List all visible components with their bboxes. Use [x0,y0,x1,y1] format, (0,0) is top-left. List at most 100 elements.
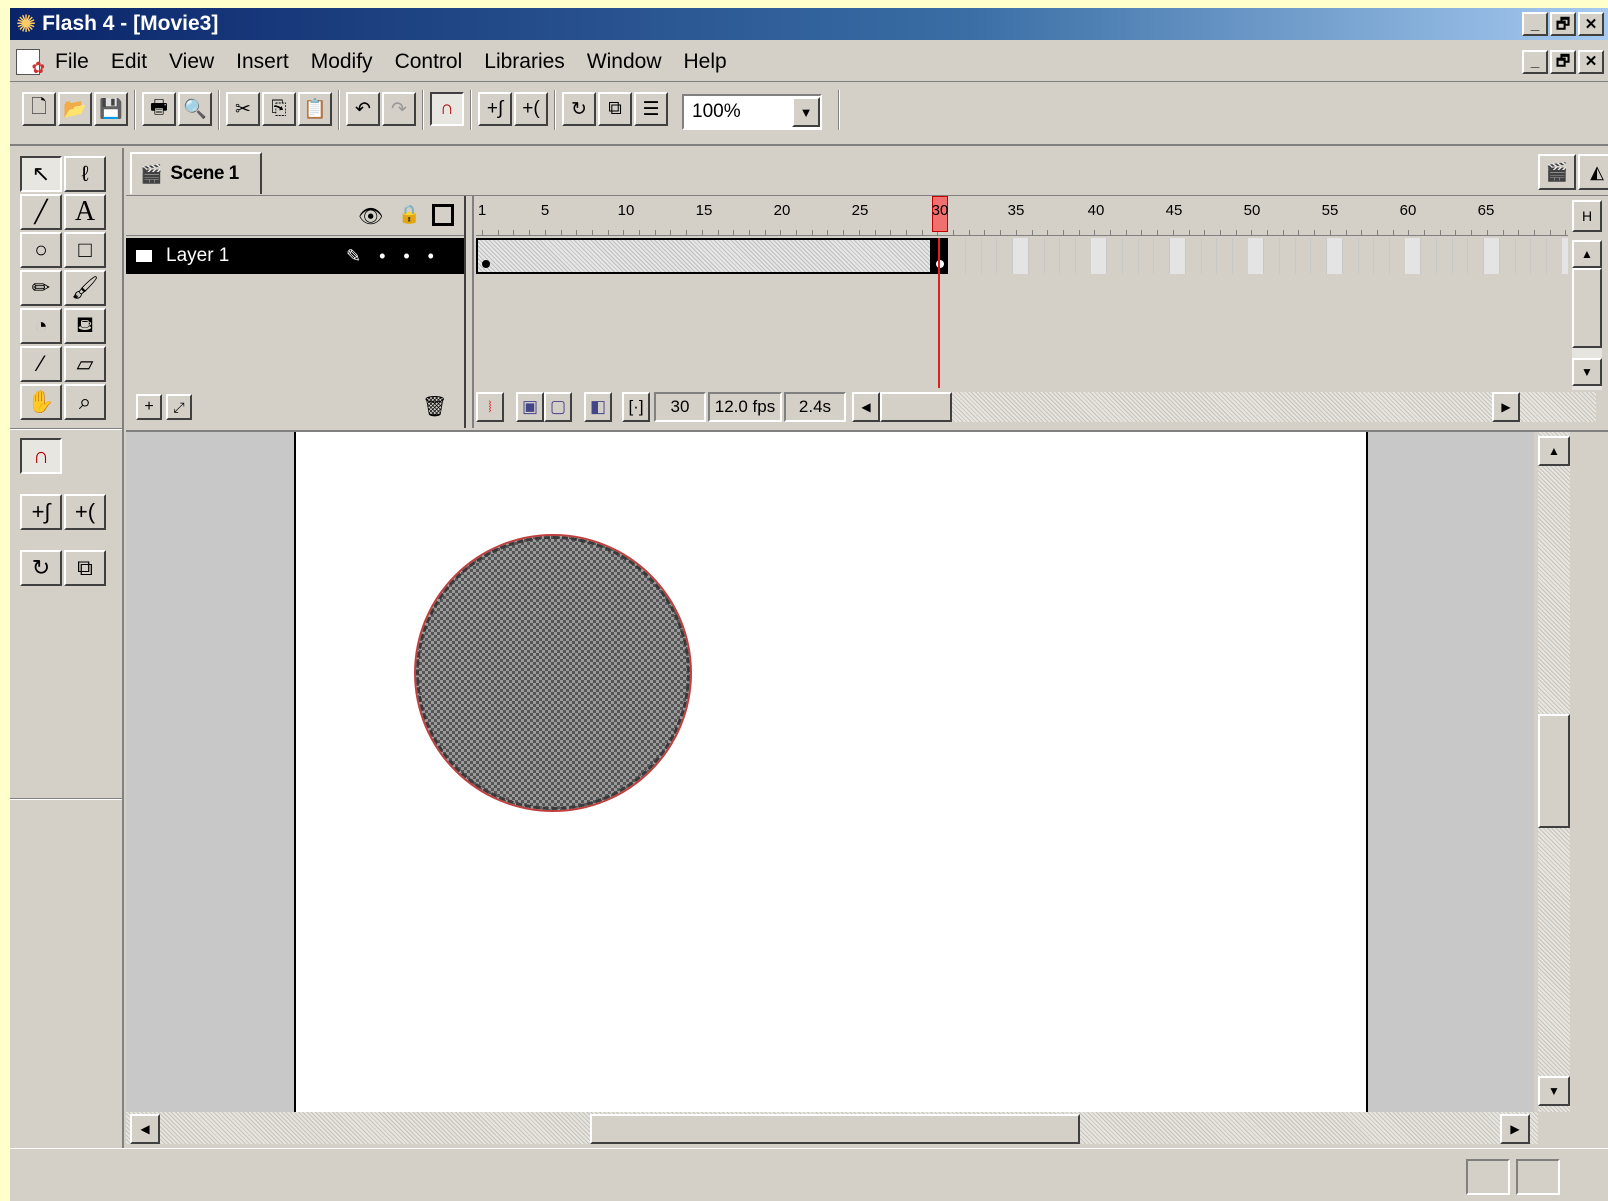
print-icon[interactable]: 🖶 [142,92,176,126]
selected-circle-shape[interactable] [416,536,690,810]
snap-modifier-icon[interactable]: ∩ [20,438,62,474]
empty-frame-cell[interactable] [1123,238,1139,274]
ink-bottle-tool-icon[interactable]: ◔ [20,308,62,344]
scroll-right-icon[interactable]: ▶ [1492,392,1520,422]
empty-frame-cell[interactable] [1029,238,1045,274]
add-guide-layer-icon[interactable]: ⤢ [166,394,192,420]
add-layer-icon[interactable]: + [136,394,162,420]
empty-frame-cell[interactable] [1091,238,1108,274]
outline-icon[interactable] [432,204,454,226]
copy-icon[interactable]: ⎘ [262,92,296,126]
stage-hscroll-thumb[interactable] [590,1114,1080,1144]
doc-minimize-button[interactable]: _ [1522,49,1548,74]
frame-ruler[interactable]: 1 5 10 15 20 25 30 35 40 45 50 55 60 65 [476,196,1568,236]
edit-symbols-icon[interactable]: ◭ [1578,154,1608,190]
pencil-tool-icon[interactable]: ✏ [20,270,62,306]
empty-frame-cell[interactable] [1405,238,1422,274]
straighten-icon[interactable]: +( [514,92,548,126]
empty-frame-cell[interactable] [1154,238,1171,274]
empty-frame-cell[interactable] [1280,238,1296,274]
arrow-tool-icon[interactable]: ↖ [20,156,62,192]
align-icon[interactable]: ☰ [634,92,668,126]
empty-frame-cell[interactable] [1169,238,1186,274]
empty-frame-cell[interactable] [1343,238,1359,274]
zoom-select[interactable]: 100% ▼ [682,94,822,130]
stage[interactable] [294,432,1368,1112]
frames-track[interactable] [476,238,1568,276]
empty-frame-cell[interactable] [1483,238,1500,274]
empty-frame-cell[interactable] [1326,238,1343,274]
menu-edit[interactable]: Edit [100,50,158,74]
stage-scroll-right-icon[interactable]: ▶ [1500,1114,1530,1144]
edit-scene-icon[interactable]: 🎬 [1538,154,1576,190]
empty-frame-cell[interactable] [1311,238,1328,274]
magnifier-tool-icon[interactable]: ⌕ [64,384,106,420]
tween-span[interactable] [476,238,932,274]
empty-frame-cell[interactable] [1217,238,1233,274]
cut-icon[interactable]: ✂ [226,92,260,126]
empty-frame-cell[interactable] [1500,238,1516,274]
smooth-modifier-icon[interactable]: +∫ [20,494,62,530]
eraser-tool-icon[interactable]: ▱ [64,346,106,382]
empty-frame-cell[interactable] [1468,238,1485,274]
empty-frame-cell[interactable] [1186,238,1202,274]
empty-frame-cell[interactable] [1012,238,1029,274]
new-file-icon[interactable]: 🗋 [22,92,56,126]
close-button[interactable]: ✕ [1578,12,1604,36]
open-folder-icon[interactable]: 📂 [58,92,92,126]
scroll-up-icon[interactable]: ▲ [1572,240,1602,268]
timeline-options-icon[interactable]: H [1572,200,1602,232]
stage-hscroll[interactable]: ◀ ▶ [126,1112,1538,1144]
empty-frame-cell[interactable] [1437,238,1453,274]
empty-frame-cell[interactable] [1233,238,1249,274]
empty-frame-cell[interactable] [1515,238,1532,274]
lock-icon[interactable]: 🔒 [398,204,420,225]
rotate-modifier-icon[interactable]: ↻ [20,550,62,586]
scroll-down-icon[interactable]: ▼ [1572,358,1602,386]
smooth-icon[interactable]: +∫ [478,92,512,126]
menu-insert[interactable]: Insert [225,50,300,74]
empty-frame-cell[interactable] [997,238,1014,274]
edit-multiple-icon[interactable]: ◧ [584,392,612,422]
empty-frame-cell[interactable] [1138,238,1155,274]
straighten-modifier-icon[interactable]: +( [64,494,106,530]
menu-view[interactable]: View [158,50,225,74]
trash-icon[interactable]: 🗑 [422,394,447,419]
empty-frame-cell[interactable] [950,238,966,274]
menu-modify[interactable]: Modify [300,50,384,74]
snap-magnet-icon[interactable]: ∩ [430,92,464,126]
stage-vscroll-thumb[interactable] [1538,714,1570,828]
center-frame-icon[interactable]: ⧘ [476,392,504,422]
lasso-tool-icon[interactable]: ℓ [64,156,106,192]
empty-frame-cell[interactable] [1248,238,1265,274]
stage-scroll-up-icon[interactable]: ▲ [1538,436,1570,466]
keyframe-start[interactable] [482,260,490,268]
scale-modifier-icon[interactable]: ⧉ [64,550,106,586]
menu-window[interactable]: Window [576,50,673,74]
empty-frame-cell[interactable] [1107,238,1123,274]
menu-file[interactable]: File [44,50,100,74]
menu-help[interactable]: Help [673,50,738,74]
empty-frame-cell[interactable] [981,238,998,274]
empty-frame-cell[interactable] [1547,238,1563,274]
hscroll-thumb[interactable] [880,392,952,422]
menu-libraries[interactable]: Libraries [473,50,576,74]
restore-button[interactable]: 🗗 [1550,12,1576,36]
redo-icon[interactable]: ↷ [382,92,416,126]
rectangle-tool-icon[interactable]: □ [64,232,106,268]
menu-control[interactable]: Control [384,50,474,74]
scale-icon[interactable]: ⧉ [598,92,632,126]
paint-bucket-tool-icon[interactable]: ⛾ [64,308,106,344]
print-preview-icon[interactable]: 🔍 [178,92,212,126]
hand-tool-icon[interactable]: ✋ [20,384,62,420]
text-tool-icon[interactable]: A [64,194,106,230]
scene-tab[interactable]: 🎬 Scene 1 [130,152,262,194]
onion-skin-icon[interactable]: ▣ [516,392,544,422]
brush-tool-icon[interactable]: 🖌 [64,270,106,306]
doc-close-button[interactable]: ✕ [1578,49,1604,74]
empty-frame-cell[interactable] [1374,238,1390,274]
empty-frame-cell[interactable] [966,238,982,274]
layer-row[interactable]: Layer 1 ✎••• [126,238,464,274]
empty-frame-cell[interactable] [1390,238,1406,274]
eye-icon[interactable]: 👁 [358,204,383,229]
